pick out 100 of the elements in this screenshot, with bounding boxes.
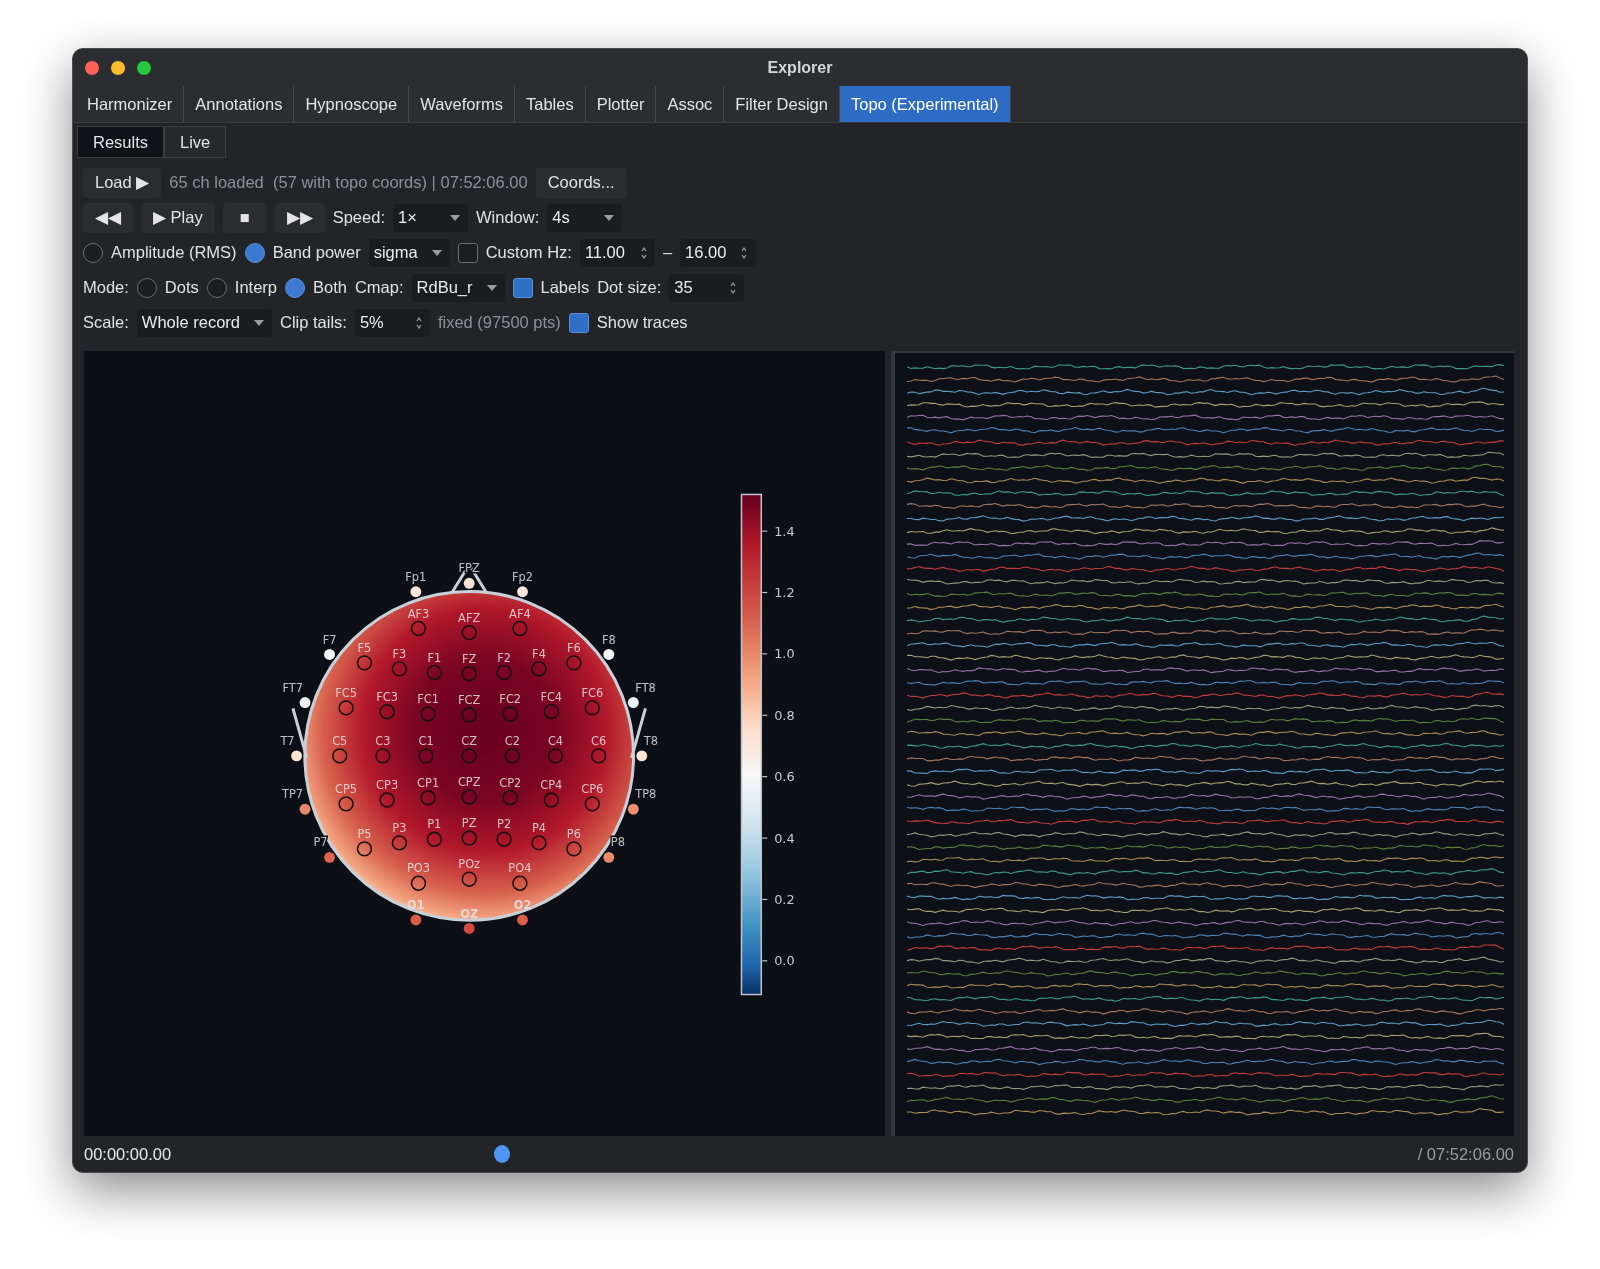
electrode-label: P2 (497, 817, 512, 832)
radio-label: Amplitude (RMS) (111, 243, 237, 262)
subtab[interactable]: Results (77, 126, 165, 158)
radio-label: Both (313, 278, 347, 297)
electrode-label: P5 (357, 827, 372, 841)
electrode-label: P8 (610, 835, 625, 850)
electrode-label: O1 (407, 898, 425, 913)
electrode-label: AF4 (509, 606, 531, 621)
electrode-label: FC3 (376, 689, 398, 704)
colorbar-tick-label: 1.2 (774, 584, 795, 600)
electrode-label: FC5 (335, 686, 357, 700)
radio-button[interactable] (244, 242, 265, 263)
toolbar-button[interactable]: Coords... (535, 167, 627, 198)
electrode-ring (375, 748, 391, 764)
toolbar-button[interactable]: ■ (222, 202, 267, 233)
electrode-label: PZ (461, 816, 477, 831)
checkbox[interactable] (568, 312, 589, 333)
stepper-icon (730, 280, 737, 295)
colorbar-tick-label: 0.2 (774, 891, 795, 907)
spin-box[interactable]: 16.00 (680, 238, 756, 267)
colorbar-tick-label: 0.6 (774, 769, 795, 785)
toolbar-button[interactable]: Load ▶ (83, 167, 162, 198)
electrode-label: TP7 (282, 787, 304, 802)
electrode-label: CP3 (376, 778, 399, 793)
dropdown[interactable]: Whole record (136, 308, 272, 337)
field-label: Cmap: (354, 278, 404, 297)
electrode-label: O2 (513, 898, 532, 913)
tab[interactable]: Topo (Experimental) (839, 86, 1011, 122)
note-text: fixed (97500 pts) (437, 313, 561, 332)
electrode-ring (461, 789, 477, 805)
dropdown[interactable]: 1× (393, 203, 468, 232)
electrode-label: F2 (497, 650, 511, 665)
field-label: Dot size: (597, 278, 662, 297)
electrode-label: FC4 (540, 689, 563, 704)
electrode-label: PO3 (406, 861, 430, 876)
time-start: 00:00:00.00 (84, 1144, 172, 1164)
window-close-button[interactable] (85, 60, 99, 75)
electrode-ring (461, 665, 477, 682)
electrode-label: CP6 (581, 781, 604, 796)
radio-button[interactable] (206, 277, 227, 298)
slider-thumb[interactable] (494, 1145, 511, 1163)
colorbar-tick-label: 1.0 (774, 646, 795, 662)
checkbox[interactable] (512, 277, 533, 298)
electrode-label: CPZ (457, 775, 481, 790)
toolbar-button[interactable]: ◀◀ (83, 202, 133, 233)
electrode-ring (391, 661, 408, 677)
field-label: Clip tails: (280, 313, 347, 332)
electrode-ring (531, 835, 547, 851)
electrode-label: FZ (462, 651, 477, 666)
electrode-ring (418, 748, 434, 764)
dropdown[interactable]: 4s (547, 203, 623, 232)
window-minimize-button[interactable] (111, 60, 125, 75)
radio-button[interactable] (285, 277, 305, 298)
electrode-label: FT7 (282, 680, 304, 695)
electrode-label: AFZ (458, 610, 481, 625)
electrode-label: F5 (357, 640, 372, 655)
radio-button[interactable] (83, 242, 103, 263)
field-label: Mode: (83, 278, 129, 297)
electrode-label: FT8 (635, 680, 656, 695)
electrode-ring (410, 620, 427, 637)
electrode-ring (502, 790, 518, 806)
stepper-icon (741, 245, 748, 260)
electrode-label: F1 (427, 650, 442, 665)
electrode-ring (547, 748, 564, 764)
electrode-ring (543, 704, 559, 720)
radio-button[interactable] (136, 277, 157, 298)
subtab[interactable]: Live (164, 126, 227, 158)
field-label: Speed: (332, 208, 385, 227)
electrode-ring (502, 706, 518, 722)
electrode-label: T7 (280, 734, 295, 748)
electrode-label: P4 (531, 821, 547, 835)
dropdown[interactable]: sigma (368, 238, 450, 267)
field-label: – (662, 243, 673, 262)
electrode-label: CP4 (540, 778, 563, 793)
radio-label: Dots (164, 278, 199, 297)
status-text: 65 ch loaded (57 with topo coords) | 07:52:06.00 (169, 173, 528, 192)
electrode-ring (496, 664, 512, 681)
caret-icon (254, 319, 264, 326)
toolbar-button[interactable]: ▶▶ (274, 202, 325, 233)
electrode-label: CP1 (417, 775, 440, 790)
field-label: Window: (476, 208, 540, 227)
electrode-label: FCZ (458, 692, 481, 707)
spin-box[interactable]: 35 (669, 273, 745, 302)
electrode-ring (391, 835, 408, 851)
electrode-ring (420, 790, 436, 806)
electrode-ring (504, 748, 521, 764)
caret-icon (431, 249, 442, 256)
spin-box[interactable]: 5% (354, 308, 430, 337)
electrode-label: C3 (375, 734, 391, 748)
dropdown[interactable]: RdBu_r (411, 273, 505, 302)
electrode-label: P6 (566, 827, 581, 841)
window-zoom-button[interactable] (137, 60, 151, 75)
field-label: Scale: (83, 313, 129, 332)
radio-label: Interp (234, 278, 277, 297)
checkbox[interactable] (457, 242, 478, 263)
electrode-ring (566, 655, 582, 671)
spin-box[interactable]: 11.00 (579, 238, 655, 267)
toolbar-button[interactable]: ▶ Play (141, 202, 215, 233)
electrode-label: AF3 (407, 606, 430, 621)
checkbox-label: Custom Hz: (485, 243, 572, 262)
